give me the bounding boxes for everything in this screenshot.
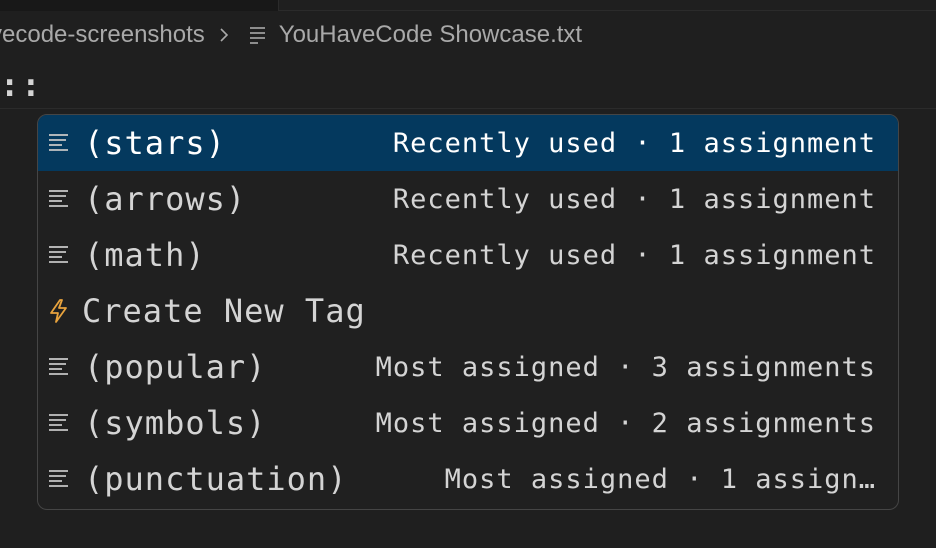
suggestion-detail: Most assigned · 3 assignments	[375, 351, 876, 383]
text-file-icon	[247, 24, 269, 46]
tag-suggestion-list[interactable]: (stars) Recently used · 1 assignment (arro…	[37, 114, 899, 510]
tag-list-icon	[46, 186, 72, 212]
chevron-right-icon	[215, 26, 233, 44]
breadcrumb: vecode-screenshots YouHaveCode Showcase.…	[0, 14, 582, 56]
breadcrumb-folder[interactable]: vecode-screenshots	[0, 21, 205, 49]
lightning-bolt-icon	[46, 298, 72, 324]
suggestion-item[interactable]: Create New Tag	[38, 283, 898, 339]
tab-strip	[0, 0, 936, 11]
suggestion-item[interactable]: (punctuation) Most assigned · 1 assign…	[38, 451, 898, 507]
suggestion-item[interactable]: (popular) Most assigned · 3 assignments	[38, 339, 898, 395]
suggestion-item[interactable]: (stars) Recently used · 1 assignment	[38, 115, 898, 171]
suggestion-detail: Recently used · 1 assignment	[392, 127, 876, 159]
suggestion-detail: Recently used · 1 assignment	[392, 239, 876, 271]
breadcrumb-file[interactable]: YouHaveCode Showcase.txt	[279, 21, 582, 49]
active-editor-tab[interactable]	[278, 0, 936, 11]
suggestion-label: (math)	[84, 236, 206, 274]
suggestion-label: (stars)	[84, 124, 226, 162]
tag-list-icon	[46, 354, 72, 380]
suggestion-detail: Most assigned · 1 assign…	[444, 463, 876, 495]
suggestion-label: (symbols)	[84, 404, 267, 442]
suggestion-item[interactable]: (arrows) Recently used · 1 assignment	[38, 171, 898, 227]
tag-list-icon	[46, 466, 72, 492]
editor-line-text[interactable]: ::	[0, 60, 43, 110]
tag-list-icon	[46, 130, 72, 156]
suggestion-detail: Most assigned · 2 assignments	[375, 407, 876, 439]
suggestion-label: Create New Tag	[82, 292, 366, 330]
suggestion-label: (arrows)	[84, 180, 247, 218]
tag-list-icon	[46, 410, 72, 436]
suggestion-label: (popular)	[84, 348, 267, 386]
suggestion-detail: Recently used · 1 assignment	[392, 183, 876, 215]
tag-list-icon	[46, 242, 72, 268]
suggestion-item[interactable]: (math) Recently used · 1 assignment	[38, 227, 898, 283]
editor-divider	[0, 108, 936, 109]
suggestion-label: (punctuation)	[84, 460, 348, 498]
suggestion-item[interactable]: (symbols) Most assigned · 2 assignments	[38, 395, 898, 451]
